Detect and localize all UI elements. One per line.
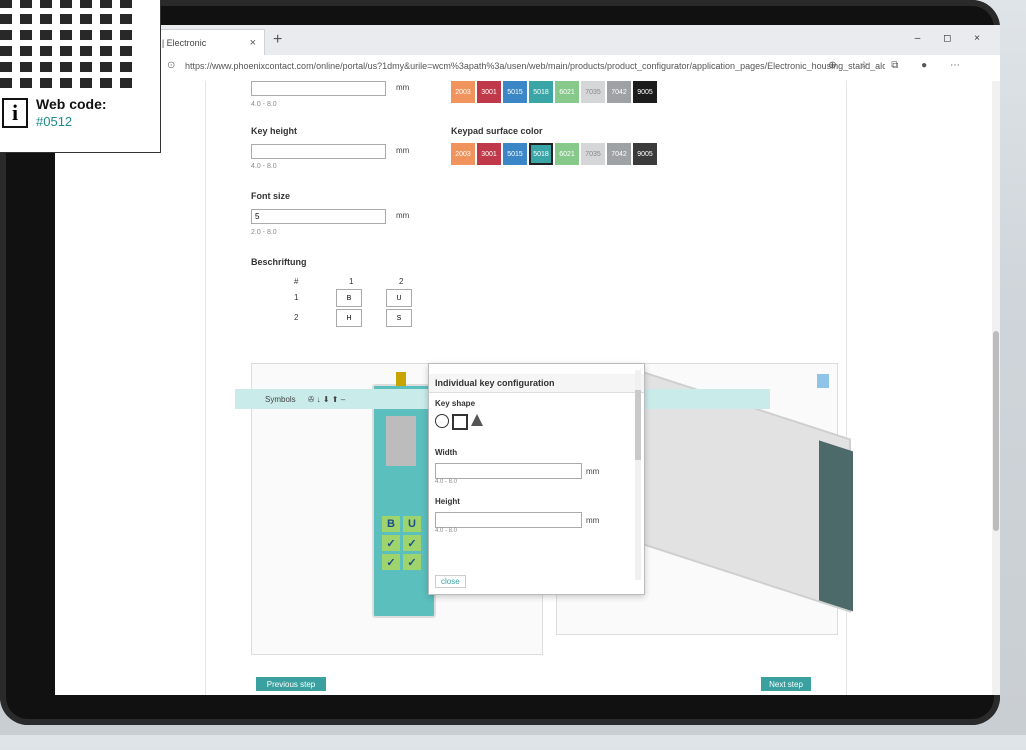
color-swatch-7042[interactable]: 7042 [607,81,631,103]
popup-title: Individual key configuration [429,374,644,393]
grid-hash: # [294,277,299,286]
preview-key[interactable]: ✓ [382,535,400,551]
display-area [386,416,416,466]
popup-width-input[interactable] [435,463,582,479]
keypad-color-label: Keypad surface color [451,126,543,136]
webcode-label: Web code: [36,96,107,112]
connector-icon [396,372,406,386]
key-height-unit: mm [396,146,410,155]
lock-icon: ⊙ [167,60,176,71]
grid-row-1: 1 [294,293,299,302]
grid-cell[interactable]: S [386,309,412,327]
grid-row-2: 2 [294,313,299,322]
preview-key[interactable]: B [382,516,400,532]
next-step-button[interactable]: Next step [761,677,811,691]
grid-col-1: 1 [349,277,354,286]
browser-window: T | Electronic × + – ◻ × ⊙ https://www.p… [55,25,1000,695]
tab-title: T | Electronic [154,37,207,48]
color-swatch-2003[interactable]: 2003 [451,81,475,103]
key-width-input[interactable] [251,81,386,96]
preview-key[interactable]: ✓ [403,554,421,570]
page-content: mm 4.0 - 8.0 Key height mm 4.0 - 8.0 Fon… [55,81,1000,695]
symbols-icons[interactable]: ✇ ↓ ⬇ ⬆ – [308,395,345,404]
symbols-label: Symbols [265,394,296,404]
font-size-label: Font size [251,191,291,201]
color-swatch-5018[interactable]: 5018 [529,143,553,165]
grid-cell[interactable]: H [336,309,362,327]
color-swatch-5015[interactable]: 5015 [503,143,527,165]
color-swatch-9005[interactable]: 9005 [633,143,657,165]
browser-tab[interactable]: T | Electronic × [145,29,265,55]
keypad-color-swatches: 2003 3001 5015 5018 6021 7035 7042 9005 [451,143,657,165]
popup-height-unit: mm [586,515,600,525]
grid-cell[interactable]: B [336,289,362,307]
popup-close-button[interactable]: close [435,575,466,588]
popup-scrollbar[interactable] [635,370,641,580]
font-size-hint: 2.0 - 8.0 [251,229,277,236]
key-config-popup: Individual key configuration Key shape W… [428,363,645,595]
tab-bar: T | Electronic × + – ◻ × [55,25,1000,56]
key-height-label: Key height [251,126,298,136]
color-swatch-2003[interactable]: 2003 [451,143,475,165]
popup-width-label: Width [435,448,458,457]
popup-height-hint: 4.0 - 8.0 [435,528,458,534]
square-shape-icon[interactable] [452,414,468,430]
tab-close-icon[interactable]: × [250,37,256,49]
color-swatch-7035[interactable]: 7035 [581,143,605,165]
color-swatch-3001[interactable]: 3001 [477,143,501,165]
color-swatch-7042[interactable]: 7042 [607,143,631,165]
key-width-unit: mm [396,83,410,92]
popup-height-input[interactable] [435,512,582,528]
housing-3d-face [819,440,853,612]
new-tab-button[interactable]: + [273,31,282,49]
popup-height-label: Height [435,497,460,506]
color-swatch-6021[interactable]: 6021 [555,81,579,103]
key-shape-label: Key shape [435,399,476,408]
font-size-unit: mm [396,211,410,220]
webcode-value[interactable]: #0512 [36,114,72,129]
housing-front-view: B U ✓ ✓ ✓ ✓ [372,372,436,618]
circle-shape-icon[interactable] [435,414,449,428]
font-size-input[interactable]: 5 [251,209,386,224]
grid-cell[interactable]: U [386,289,412,307]
preview-key[interactable]: ✓ [403,535,421,551]
keypad: B U ✓ ✓ ✓ ✓ [382,516,421,570]
housing-color-swatches: 2003 3001 5015 5018 6021 7035 7042 9005 [451,81,657,103]
preview-key[interactable]: U [403,516,421,532]
page-scrollbar[interactable] [992,81,1000,695]
color-swatch-5015[interactable]: 5015 [503,81,527,103]
url-field[interactable]: https://www.phoenixcontact.com/online/po… [185,61,885,71]
triangle-shape-icon[interactable] [471,414,483,426]
popup-width-unit: mm [586,466,600,476]
preview-key[interactable]: ✓ [382,554,400,570]
save-icon[interactable] [817,374,829,388]
browser-toolbar-icons[interactable]: ⊕ ☆ ⧉ ● ⋯ [828,60,970,71]
webcode-badge: i Web code: #0512 [0,0,161,153]
webcode-box: i Web code: #0512 [0,92,158,150]
color-swatch-6021[interactable]: 6021 [555,143,579,165]
beschriftung-label: Beschriftung [251,257,307,267]
grid-col-2: 2 [399,277,404,286]
address-bar: ⊙ https://www.phoenixcontact.com/online/… [55,55,1000,82]
key-width-hint: 4.0 - 8.0 [251,101,277,108]
key-height-input[interactable] [251,144,386,159]
color-swatch-9005[interactable]: 9005 [633,81,657,103]
color-swatch-7035[interactable]: 7035 [581,81,605,103]
color-swatch-5018[interactable]: 5018 [529,81,553,103]
color-swatch-3001[interactable]: 3001 [477,81,501,103]
window-controls[interactable]: – ◻ × [915,33,990,44]
popup-width-hint: 4.0 - 8.0 [435,479,458,485]
key-shape-options [429,414,644,430]
info-icon: i [2,98,28,128]
previous-step-button[interactable]: Previous step [256,677,326,691]
key-height-hint: 4.0 - 8.0 [251,163,277,170]
